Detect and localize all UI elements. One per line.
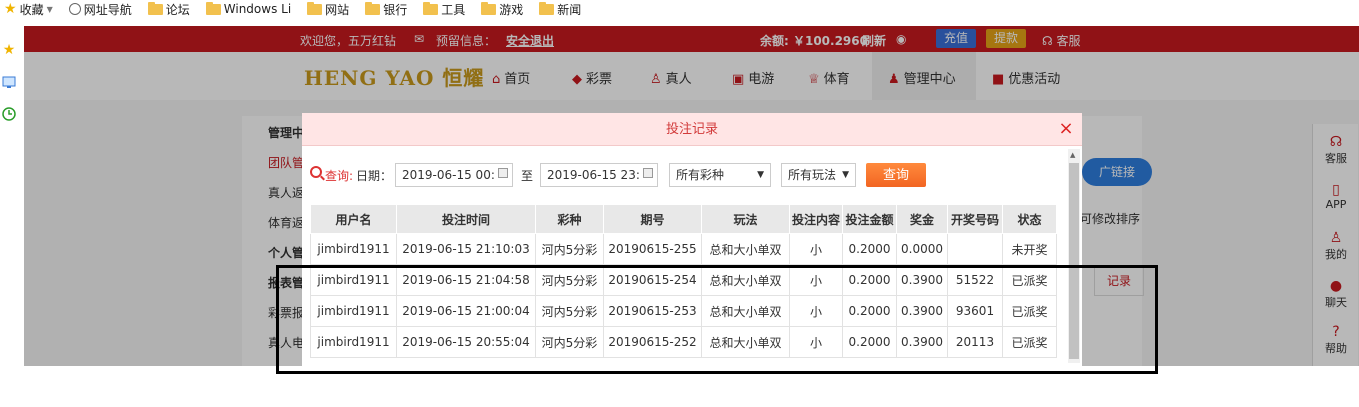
play-select[interactable]: 所有玩法 ▼ (781, 163, 856, 187)
folder-icon (481, 1, 497, 15)
bookmark-tools[interactable]: 工具 (423, 1, 465, 18)
date-to-input[interactable] (540, 163, 658, 187)
modal-header: 投注记录 × (302, 113, 1082, 146)
chevron-down-icon: ▼ (757, 170, 764, 180)
highlight-box (276, 265, 1158, 374)
folder-icon (307, 1, 323, 15)
chevron-down-icon: ▼ (842, 170, 849, 180)
folder-icon (205, 1, 221, 15)
clock-icon[interactable] (1, 106, 17, 122)
col-content: 投注内容 (789, 204, 843, 234)
bookmark-bank[interactable]: 银行 (365, 1, 407, 18)
bookmark-nav[interactable]: 网址导航 (68, 1, 132, 18)
star-icon[interactable]: ★ (1, 42, 17, 58)
query-button[interactable]: 查询 (866, 163, 926, 187)
search-icon (310, 166, 322, 178)
folder-icon (365, 1, 381, 15)
folder-icon (539, 1, 555, 15)
star-icon: ★ (4, 1, 17, 17)
filter-bar: 查询: 日期： 至 所有彩种▼ 所有玩法▼ 查询 (302, 163, 1072, 187)
col-status: 状态 (1002, 204, 1057, 234)
date-from-input[interactable] (395, 163, 513, 187)
scroll-up-icon[interactable]: ▲ (1070, 151, 1075, 159)
browser-sidebar: ★ (0, 26, 24, 407)
col-lottery: 彩种 (535, 204, 604, 234)
bookmark-news[interactable]: 新闻 (539, 1, 581, 18)
globe-icon (68, 3, 81, 15)
table-header: 用户名 投注时间 彩种 期号 玩法 投注内容 投注金额 奖金 开奖号码 状态 (310, 204, 1057, 234)
col-bet-time: 投注时间 (396, 204, 536, 234)
folder-icon (147, 1, 163, 15)
bookmark-favorites[interactable]: ★ 收藏 ▼ (4, 1, 53, 18)
modal-title: 投注记录 (665, 122, 718, 137)
bookmark-games[interactable]: 游戏 (481, 1, 523, 18)
folder-icon (423, 1, 439, 15)
monitor-icon[interactable] (1, 74, 17, 90)
calendar-icon[interactable] (498, 168, 508, 178)
calendar-icon[interactable] (643, 168, 653, 178)
bookmarks-bar: ★ 收藏 ▼ 网址导航 论坛 Windows Li 网站 银行 工具 游戏 新闻 (0, 0, 1359, 18)
close-icon[interactable]: × (1056, 119, 1076, 139)
col-amount: 投注金额 (842, 204, 897, 234)
query-label: 查询: (325, 169, 354, 183)
chevron-down-icon: ▼ (46, 4, 53, 14)
date-label: 日期： (356, 169, 393, 183)
lottery-select[interactable]: 所有彩种 ▼ (669, 163, 771, 187)
status-badge: 未开奖 (1002, 233, 1057, 265)
table-row: jimbird1911 2019-06-15 21:10:03 河内5分彩 20… (310, 233, 1057, 265)
col-bonus: 奖金 (896, 204, 948, 234)
col-number: 开奖号码 (947, 204, 1003, 234)
col-play: 玩法 (701, 204, 790, 234)
col-issue: 期号 (603, 204, 702, 234)
bookmark-forum[interactable]: 论坛 (147, 1, 190, 18)
to-label: 至 (521, 169, 534, 183)
col-username: 用户名 (310, 204, 397, 234)
bookmark-sites[interactable]: 网站 (307, 1, 349, 18)
bookmark-windows[interactable]: Windows Li (205, 1, 291, 16)
